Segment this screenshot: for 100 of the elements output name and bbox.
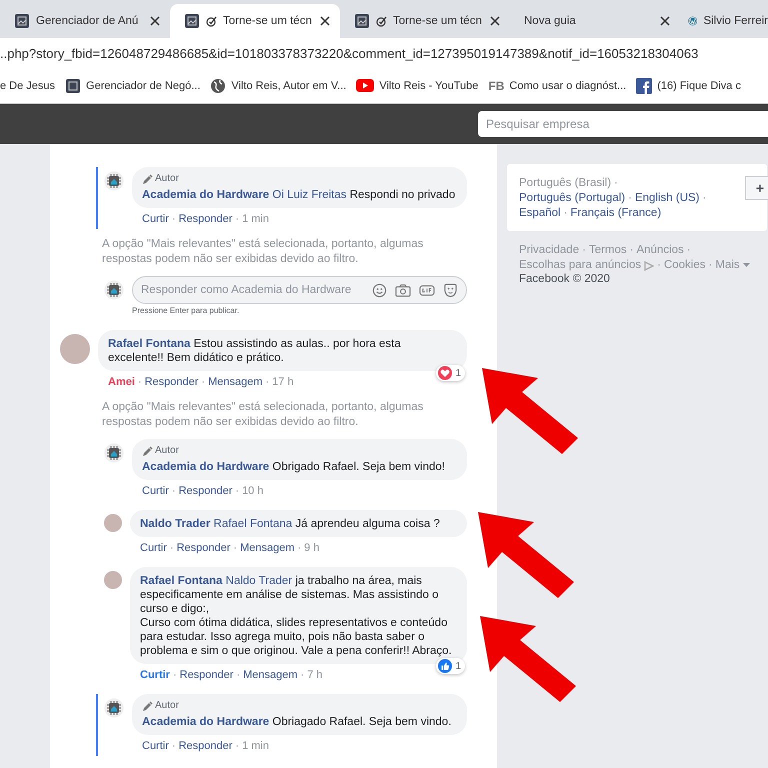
sticker-icon[interactable]	[443, 282, 458, 298]
tab-title: Silvio Ferreir	[703, 15, 768, 27]
profile-photo-placeholder	[104, 514, 122, 532]
copyright-text: Facebook © 2020	[519, 273, 611, 285]
pencil-icon	[142, 446, 153, 456]
action-link[interactable]: Mensagem	[240, 542, 294, 554]
comment-time: 17 h	[272, 376, 294, 388]
filter-notice: A opção "Mais relevantes" está selecionada, portanto, algumas respostas podem não ser exibidas devido ao filtro.	[102, 400, 424, 430]
separator-dot: ·	[564, 206, 568, 221]
chip-avatar-icon	[104, 171, 124, 191]
profile-photo-placeholder	[60, 334, 90, 364]
action-link[interactable]: Responder	[178, 213, 232, 225]
action-link[interactable]: Responder	[178, 485, 232, 497]
reaction-count[interactable]: 1	[436, 658, 465, 674]
close-icon[interactable]	[320, 16, 330, 26]
bookmark-link[interactable]: (16) Fique Diva c	[636, 78, 741, 94]
separator-dot: ·	[233, 542, 238, 554]
image-icon	[65, 78, 82, 94]
separator-dot: ·	[614, 176, 618, 191]
author-label: Autor	[155, 444, 179, 458]
separator-dot: ·	[172, 485, 176, 497]
chip-avatar-icon	[104, 443, 124, 463]
browser-tab[interactable]: Torne-se um técn	[340, 4, 510, 38]
bookmark-link[interactable]: FB Como usar o diagnóst...	[488, 78, 626, 92]
pencil-icon	[142, 700, 153, 712]
separator-dot: ·	[708, 258, 712, 273]
image-icon	[184, 13, 200, 29]
browser-tab[interactable]: Nova guia	[510, 4, 680, 38]
reaction-link[interactable]: Curtir	[140, 669, 170, 681]
browser-tab[interactable]: Gerenciador de Anú	[0, 4, 170, 38]
separator-dot: ·	[628, 191, 632, 206]
comment-text: Rafael Fontana Estou assistindo as aulas.. por hora esta excelente!! Bem didático e prático.	[108, 337, 402, 365]
separator-dot: ·	[170, 542, 174, 554]
separator-dot: ·	[235, 213, 240, 225]
pencil-icon	[142, 174, 153, 184]
add-language-button[interactable]: +	[745, 176, 768, 200]
action-link[interactable]: Responder	[176, 542, 230, 554]
browser-tab[interactable]: Torne-se um técn	[170, 4, 340, 38]
separator-dot: ·	[657, 258, 661, 273]
author-label: Autor	[155, 172, 179, 186]
action-link[interactable]: Mensagem	[243, 669, 298, 681]
bookmark-link[interactable]: e De Jesus	[0, 80, 56, 92]
language-link[interactable]: Français (France)	[570, 206, 662, 221]
reaction-count[interactable]: 1	[436, 365, 465, 381]
reaction-link[interactable]: Amei	[108, 376, 135, 388]
separator-dot: ·	[297, 542, 302, 554]
separator-dot: ·	[686, 243, 691, 258]
bookmark-link[interactable]: Vilto Reis - YouTube	[356, 79, 478, 92]
caret-icon[interactable]	[742, 263, 750, 268]
separator-dot: ·	[582, 243, 586, 258]
separator-dot: ·	[172, 740, 176, 752]
language-link[interactable]: Español	[519, 206, 561, 221]
publish-hint: Pressione Enter para publicar.	[132, 306, 240, 315]
separator-dot: ·	[300, 669, 304, 681]
gif-icon[interactable]	[419, 282, 435, 298]
filter-notice: A opção "Mais relevantes" está selecionada, portanto, algumas respostas podem não ser exibidas devido ao filtro.	[102, 237, 424, 267]
reaction-link[interactable]: Curtir	[142, 485, 169, 497]
comment-text: Naldo Trader Rafael Fontana Já aprendeu alguma coisa ?	[140, 517, 441, 531]
tab-title: Torne-se um técn	[393, 15, 483, 27]
comment-time: 10 h	[242, 485, 264, 497]
comment-text: Academia do Hardware Obriagado Rafael. Seja bem vindo.	[142, 715, 452, 729]
separator-dot: ·	[201, 376, 206, 388]
separator-dot: ·	[172, 669, 177, 681]
separator-dot: ·	[138, 376, 142, 388]
reaction-link[interactable]: Curtir	[140, 542, 167, 554]
close-icon[interactable]	[490, 16, 500, 26]
comment-time: 9 h	[304, 542, 320, 554]
play-icon	[356, 79, 374, 92]
action-link[interactable]: Responder	[178, 740, 232, 752]
action-link[interactable]: Mensagem	[208, 376, 262, 388]
comment-text: Rafael Fontana Naldo Trader ja trabalho na área, mais especificamente em análise de sistemas. Mas assistindo o curso e digo:, Curso com ótima didática, slides representativos e conteúdo para estudar. Isso agrega muito, pois não basta saber o problema e sim o que originou. Vale a pena conferir!! Abraço.	[140, 574, 453, 658]
current-language: Português (Brasil)	[519, 176, 612, 191]
separator-dot: ·	[266, 376, 270, 388]
separator-dot: ·	[236, 669, 240, 681]
image-icon	[354, 13, 370, 29]
action-link[interactable]: Responder	[144, 376, 198, 388]
language-link[interactable]: Português (Portugal)	[519, 191, 626, 206]
browser-tab[interactable]: Silvio Ferreir	[680, 4, 768, 38]
close-icon[interactable]	[150, 16, 160, 26]
close-icon[interactable]	[660, 16, 670, 26]
comment-time: 1 min	[242, 740, 269, 752]
separator-dot: ·	[172, 213, 176, 225]
camera-icon[interactable]	[395, 282, 411, 298]
chip-avatar-icon	[104, 698, 124, 718]
chip-avatar-icon	[104, 280, 124, 300]
separator-dot: ·	[235, 485, 240, 497]
comment-time: 7 h	[307, 669, 323, 681]
comment-text: Academia do Hardware Obrigado Rafael. Seja bem vindo!	[142, 460, 446, 474]
emoji-icon[interactable]	[372, 282, 387, 298]
comment-time: 1 min	[242, 213, 269, 225]
language-link[interactable]: English (US)	[634, 191, 700, 206]
separator-dot: ·	[630, 243, 634, 258]
facebook-icon	[636, 78, 652, 94]
tab-title: Gerenciador de Anú	[36, 15, 140, 27]
bookmark-link[interactable]: Gerenciador de Negó...	[65, 78, 200, 94]
reaction-link[interactable]: Curtir	[142, 213, 169, 225]
bookmark-link[interactable]: Vilto Reis, Autor em V...	[210, 78, 346, 94]
reaction-link[interactable]: Curtir	[142, 740, 169, 752]
action-link[interactable]: Responder	[180, 669, 234, 681]
separator-dot: ·	[235, 740, 240, 752]
